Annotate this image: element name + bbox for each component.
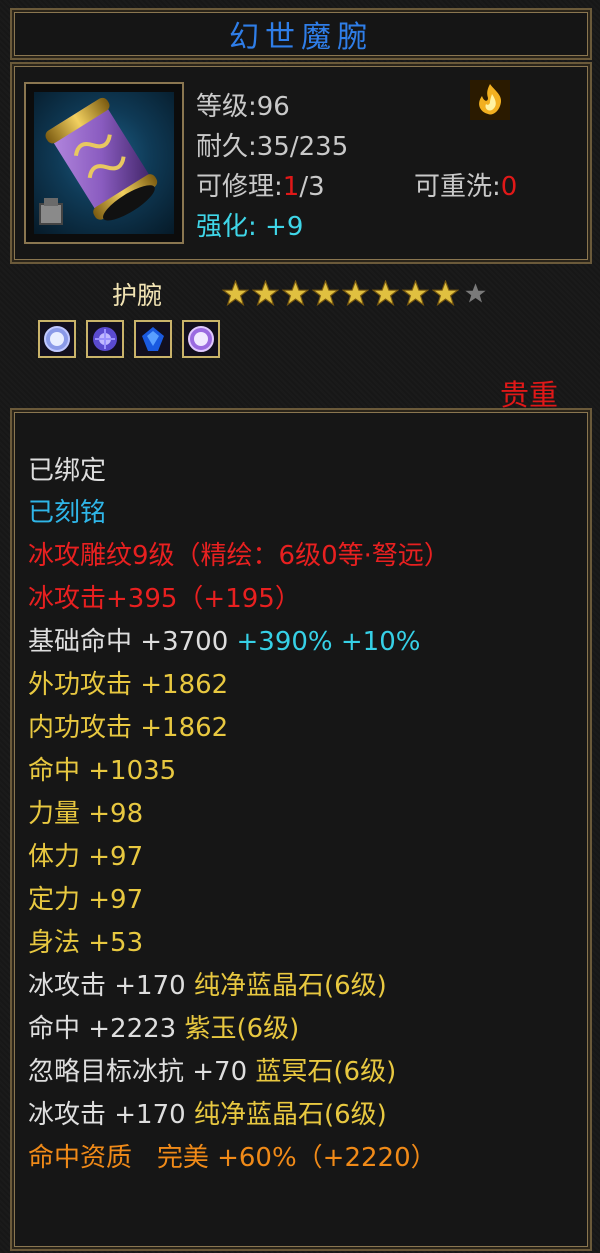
- bracer-icon: [34, 92, 174, 234]
- fire-icon: [470, 80, 510, 120]
- repair-label: 可修理:: [196, 172, 283, 202]
- gem1-name: 纯净蓝晶石(6级): [193, 971, 387, 1001]
- level-label: 等级:: [196, 92, 257, 122]
- durability-row: 耐久:35/235: [196, 126, 348, 163]
- gem3-stat: 忽略目标冰抗 +70: [28, 1057, 248, 1087]
- base-hit-label: 基础命中: [28, 627, 133, 657]
- focus-attribute: 定力 +97: [28, 885, 144, 915]
- star-filled-icon: [342, 280, 369, 307]
- base-hit-pct2: +10%: [340, 627, 421, 657]
- gem-blue-icon[interactable]: [38, 320, 76, 358]
- star-filled-icon: [282, 280, 309, 307]
- bound-status: 已绑定: [28, 456, 107, 486]
- gem4-attribute: 冰攻击 +170 纯净蓝晶石(6级): [28, 1094, 387, 1131]
- aptitude-label: 命中资质: [28, 1143, 133, 1173]
- gem-sapphire-icon[interactable]: [134, 320, 172, 358]
- aptitude-attribute: 命中资质 完美 +60%（+2220）: [28, 1137, 437, 1174]
- carving-attribute: 冰攻雕纹9级（精绘：6级0等·弩远）: [28, 541, 450, 571]
- stamina-attribute: 体力 +97: [28, 842, 144, 872]
- gem4-name: 纯净蓝晶石(6级): [193, 1100, 387, 1130]
- item-type: 护腕: [112, 281, 163, 310]
- star-filled-icon: [222, 280, 249, 307]
- base-hit-attribute: 基础命中 +3700 +390% +10%: [28, 621, 420, 658]
- base-hit-pct1: +390%: [236, 627, 333, 657]
- repair-total: /3: [299, 172, 325, 202]
- agility-attribute: 身法 +53: [28, 928, 144, 958]
- gem2-name: 紫玉(6级): [184, 1014, 300, 1044]
- gem1-attribute: 冰攻击 +170 纯净蓝晶石(6级): [28, 965, 387, 1002]
- star-filled-icon: [372, 280, 399, 307]
- rewash-label: 可重洗:: [414, 172, 501, 202]
- gem2-attribute: 命中 +2223 紫玉(6级): [28, 1008, 299, 1045]
- star-empty-icon: [465, 283, 486, 303]
- gem-slots: [38, 320, 220, 358]
- item-tooltip: 幻世魔腕 等级:96 耐久:35/235 可修理:1/3 可重洗:0 强化: +…: [0, 0, 600, 1253]
- enhance-row: 强化: +9: [196, 206, 303, 243]
- durability-value: 35/235: [256, 132, 349, 162]
- item-icon-frame[interactable]: [24, 82, 184, 244]
- repair-row: 可修理:1/3: [196, 166, 325, 203]
- gem-violet-icon[interactable]: [182, 320, 220, 358]
- gem3-name: 蓝冥石(6级): [255, 1057, 397, 1087]
- hit-attribute: 命中 +1035: [28, 756, 177, 786]
- gem2-stat: 命中 +2223: [28, 1014, 177, 1044]
- gem1-stat: 冰攻击 +170: [28, 971, 186, 1001]
- rewash-value: 0: [500, 172, 518, 202]
- enhance-label: 强化:: [196, 212, 257, 242]
- star-rating: [222, 280, 489, 307]
- gem4-stat: 冰攻击 +170: [28, 1100, 186, 1130]
- repair-used: 1: [282, 172, 300, 202]
- engraved-status: 已刻铭: [28, 498, 107, 528]
- outer-attack-attribute: 外功攻击 +1862: [28, 670, 229, 700]
- star-filled-icon: [402, 280, 429, 307]
- strength-attribute: 力量 +98: [28, 799, 144, 829]
- ice-attack-attribute: 冰攻击+395（+195）: [28, 584, 301, 614]
- item-name: 幻世魔腕: [229, 20, 373, 55]
- level-row: 等级:96: [196, 86, 290, 123]
- inner-attack-attribute: 内功攻击 +1862: [28, 713, 229, 743]
- durability-label: 耐久:: [196, 132, 257, 162]
- star-filled-icon: [432, 280, 459, 307]
- aptitude-grade: 完美: [156, 1143, 209, 1173]
- level-value: 96: [256, 92, 290, 122]
- rewash-row: 可重洗:0: [414, 166, 517, 203]
- star-filled-icon: [252, 280, 279, 307]
- gem3-attribute: 忽略目标冰抗 +70 蓝冥石(6级): [28, 1051, 396, 1088]
- star-filled-icon: [312, 280, 339, 307]
- enhance-value: +9: [265, 212, 304, 242]
- base-hit-value: +3700: [140, 627, 229, 657]
- title-bar: 幻世魔腕: [10, 8, 592, 60]
- gem-purple-icon[interactable]: [86, 320, 124, 358]
- aptitude-value: +60%（+2220）: [217, 1143, 437, 1173]
